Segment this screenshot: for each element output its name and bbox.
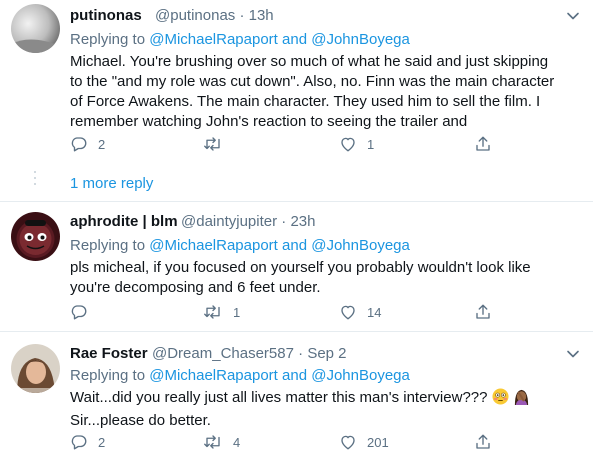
tweet-meta: @daintyjupiter · 23h bbox=[181, 213, 315, 230]
tweet[interactable]: Rae Foster @Dream_Chaser587 · Sep 2 Repl… bbox=[0, 332, 593, 461]
retweet-button[interactable] bbox=[203, 135, 233, 153]
retweet-count: 1 bbox=[233, 304, 241, 320]
timestamp[interactable]: 23h bbox=[290, 213, 315, 230]
tweet-meta: @putinonas · 13h bbox=[155, 7, 274, 24]
tweet-text-line: to the "and my role was cut down". Also,… bbox=[70, 73, 555, 90]
retweet-icon bbox=[204, 435, 220, 449]
share-icon bbox=[476, 434, 490, 449]
share-button[interactable] bbox=[474, 433, 492, 451]
reply-button[interactable]: 2 bbox=[70, 135, 105, 153]
handle[interactable]: @Dream_Chaser587 bbox=[152, 345, 294, 362]
tweet-text-line: Michael. You're brushing over so much of… bbox=[70, 53, 549, 70]
tweet[interactable]: aphrodite | blm @daintyjupiter · 23h Rep… bbox=[0, 202, 593, 323]
reply-icon bbox=[71, 137, 87, 152]
replying-to: Replying to @MichaelRapaport and @JohnBo… bbox=[70, 31, 410, 48]
meta-separator: · bbox=[298, 345, 304, 362]
thread-connector bbox=[34, 171, 36, 189]
and-text: and bbox=[282, 367, 308, 384]
flushed-face-emoji bbox=[492, 388, 509, 411]
meta-separator: · bbox=[239, 7, 245, 24]
retweet-icon bbox=[204, 137, 220, 151]
retweet-button[interactable]: 4 bbox=[203, 433, 240, 451]
heart-icon bbox=[341, 435, 355, 450]
mention-link[interactable]: @MichaelRapaport bbox=[149, 237, 278, 254]
tweet-text-line: pls micheal, if you focused on yourself … bbox=[70, 259, 531, 276]
timestamp[interactable]: Sep 2 bbox=[307, 345, 346, 362]
like-button[interactable]: 14 bbox=[339, 303, 381, 321]
more-replies-link[interactable]: 1 more reply bbox=[70, 175, 153, 192]
chevron-down-icon[interactable] bbox=[566, 347, 580, 366]
mention-link[interactable]: @JohnBoyega bbox=[311, 237, 410, 254]
handle[interactable]: @putinonas bbox=[155, 7, 235, 24]
tweet-text: Wait...did you really just all lives mat… bbox=[70, 388, 530, 431]
replying-prefix: Replying to bbox=[70, 31, 146, 48]
share-icon bbox=[476, 304, 490, 319]
reply-icon bbox=[71, 435, 87, 450]
tweet-text-line: you're decomposing and 6 feet under. bbox=[70, 279, 321, 296]
heart-icon bbox=[341, 137, 355, 152]
like-count: 1 bbox=[367, 136, 375, 152]
timestamp[interactable]: 13h bbox=[249, 7, 274, 24]
tweet-text-line: Sir...please do better. bbox=[70, 412, 211, 429]
like-button[interactable]: 201 bbox=[339, 433, 389, 451]
retweet-icon bbox=[204, 305, 220, 319]
tweet-text: pls micheal, if you focused on yourself … bbox=[70, 258, 531, 298]
reply-count: 2 bbox=[98, 434, 106, 450]
tweet-text: Michael. You're brushing over so much of… bbox=[70, 52, 554, 132]
replying-prefix: Replying to bbox=[70, 367, 146, 384]
retweet-count: 4 bbox=[233, 434, 241, 450]
mention-link[interactable]: @JohnBoyega bbox=[311, 367, 410, 384]
heart-icon bbox=[341, 305, 355, 320]
like-count: 14 bbox=[367, 304, 382, 320]
meta-separator: · bbox=[281, 213, 287, 230]
display-name[interactable]: aphrodite | blm bbox=[70, 213, 178, 230]
handle[interactable]: @daintyjupiter bbox=[181, 213, 277, 230]
display-name[interactable]: putinonas bbox=[70, 7, 142, 24]
share-icon bbox=[476, 136, 490, 151]
and-text: and bbox=[282, 31, 308, 48]
display-name[interactable]: Rae Foster bbox=[70, 345, 148, 362]
replying-prefix: Replying to bbox=[70, 237, 146, 254]
reply-button[interactable] bbox=[70, 303, 98, 321]
woman-facepalming-emoji bbox=[513, 388, 530, 411]
avatar[interactable] bbox=[11, 212, 60, 261]
retweet-button[interactable]: 1 bbox=[203, 303, 240, 321]
like-count: 201 bbox=[367, 434, 389, 450]
replying-to: Replying to @MichaelRapaport and @JohnBo… bbox=[70, 367, 410, 384]
mention-link[interactable]: @JohnBoyega bbox=[311, 31, 410, 48]
reply-button[interactable]: 2 bbox=[70, 433, 105, 451]
tweet-text-line: of Force Awakens. The main character. Th… bbox=[70, 93, 541, 110]
tweet[interactable]: putinonas @putinonas · 13h Replying to @… bbox=[0, 0, 593, 200]
reply-icon bbox=[71, 305, 87, 320]
reply-count: 2 bbox=[98, 136, 106, 152]
and-text: and bbox=[282, 237, 308, 254]
tweet-text-line: remember watching John's reaction to see… bbox=[70, 113, 468, 130]
share-button[interactable] bbox=[474, 303, 492, 321]
tweet-meta: @Dream_Chaser587 · Sep 2 bbox=[152, 345, 347, 362]
avatar[interactable] bbox=[11, 344, 60, 393]
share-button[interactable] bbox=[474, 135, 492, 153]
mention-link[interactable]: @MichaelRapaport bbox=[149, 367, 278, 384]
chevron-down-icon[interactable] bbox=[566, 9, 580, 28]
like-button[interactable]: 1 bbox=[339, 135, 374, 153]
tweet-text-line: Wait...did you really just all lives mat… bbox=[70, 389, 488, 406]
mention-link[interactable]: @MichaelRapaport bbox=[149, 31, 278, 48]
replying-to: Replying to @MichaelRapaport and @JohnBo… bbox=[70, 237, 410, 254]
tweet-text-line-with-emoji: Wait...did you really just all lives mat… bbox=[70, 388, 530, 411]
avatar[interactable] bbox=[11, 4, 60, 53]
